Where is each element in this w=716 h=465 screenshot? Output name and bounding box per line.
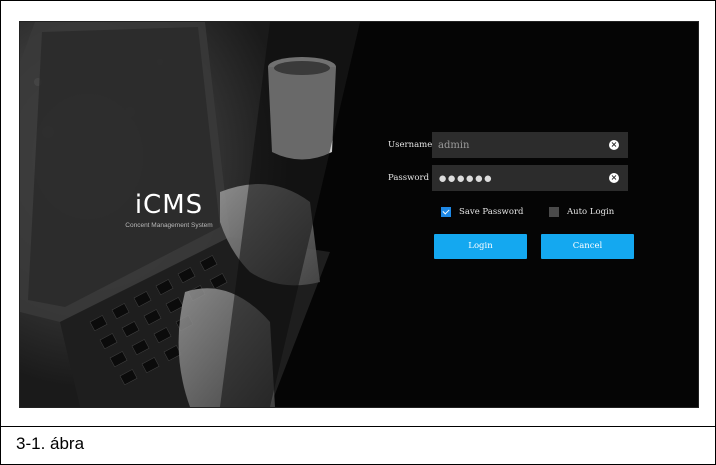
save-password-label: Save Password bbox=[459, 207, 524, 217]
username-row: Username admin × bbox=[388, 132, 628, 158]
brand-title: iCMS bbox=[134, 190, 204, 220]
auto-login-label: Auto Login bbox=[567, 207, 615, 217]
auto-login-option[interactable]: Auto Login bbox=[549, 207, 614, 217]
username-label: Username bbox=[388, 140, 433, 150]
save-password-checkbox[interactable] bbox=[441, 207, 451, 217]
caption-divider bbox=[1, 426, 715, 427]
username-field[interactable]: admin × bbox=[432, 132, 628, 158]
password-row: Password ●●●●●● × bbox=[388, 165, 628, 191]
login-screen: iCMS Concent Management System Username … bbox=[19, 21, 699, 408]
username-value: admin bbox=[438, 139, 470, 151]
brand-subtitle: Concent Management System bbox=[125, 222, 213, 229]
password-label: Password bbox=[388, 173, 430, 183]
save-password-option[interactable]: Save Password bbox=[441, 207, 523, 217]
clear-icon[interactable]: × bbox=[609, 140, 619, 150]
clear-icon[interactable]: × bbox=[609, 173, 619, 183]
password-value: ●●●●●● bbox=[438, 169, 493, 187]
cancel-button[interactable]: Cancel bbox=[541, 234, 634, 259]
password-field[interactable]: ●●●●●● × bbox=[432, 165, 628, 191]
figure-frame: iCMS Concent Management System Username … bbox=[0, 0, 716, 465]
auto-login-checkbox[interactable] bbox=[549, 207, 559, 217]
brand-block: iCMS Concent Management System bbox=[104, 190, 234, 229]
login-button[interactable]: Login bbox=[434, 234, 527, 259]
figure-caption: 3-1. ábra bbox=[16, 434, 85, 453]
